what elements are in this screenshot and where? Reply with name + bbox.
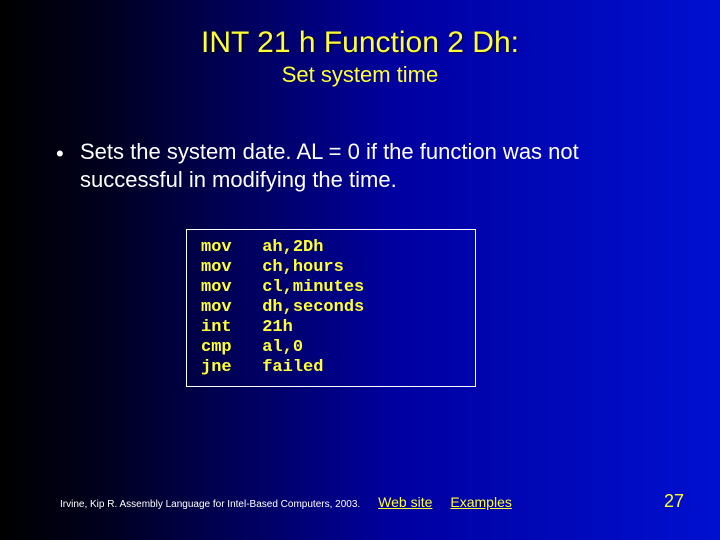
bullet-item: • Sets the system date. AL = 0 if the fu…: [56, 138, 664, 193]
code-box: mov ah,2Dh mov ch,hours mov cl,minutes m…: [186, 229, 476, 387]
bullet-dot-icon: •: [56, 138, 80, 193]
page-number: 27: [664, 491, 684, 512]
bullet-text: Sets the system date. AL = 0 if the func…: [80, 138, 664, 193]
footer-links: Web site Examples: [378, 494, 512, 510]
slide-footer: Irvine, Kip R. Assembly Language for Int…: [0, 491, 720, 512]
footer-citation: Irvine, Kip R. Assembly Language for Int…: [60, 499, 360, 510]
footer-link-website[interactable]: Web site: [378, 494, 432, 510]
slide-subtitle: Set system time: [0, 62, 720, 88]
slide-title: INT 21 h Function 2 Dh:: [0, 0, 720, 60]
slide-body: • Sets the system date. AL = 0 if the fu…: [0, 138, 720, 387]
code-listing: mov ah,2Dh mov ch,hours mov cl,minutes m…: [201, 238, 461, 378]
footer-link-examples[interactable]: Examples: [450, 494, 511, 510]
slide: INT 21 h Function 2 Dh: Set system time …: [0, 0, 720, 540]
